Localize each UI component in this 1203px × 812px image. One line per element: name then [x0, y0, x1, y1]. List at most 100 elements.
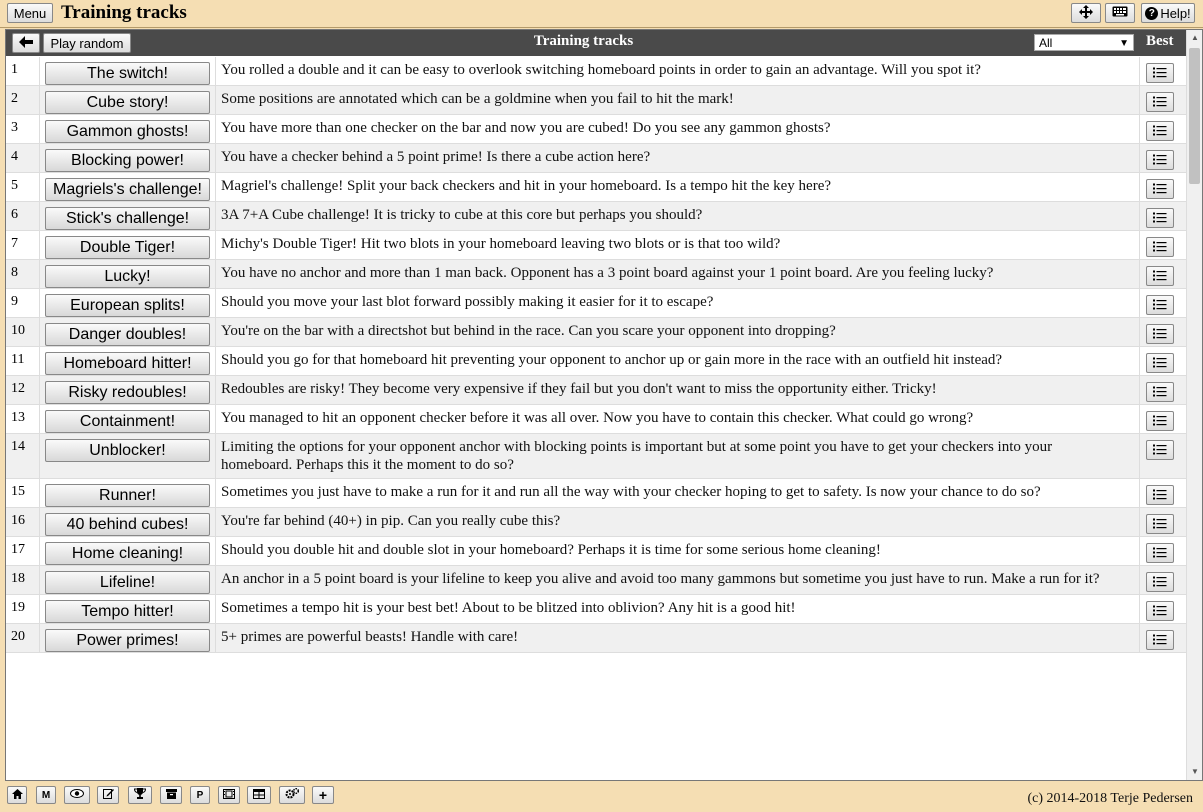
track-button[interactable]: Tempo hitter! [45, 600, 210, 623]
film-button[interactable] [218, 786, 240, 804]
table-row: 3 Gammon ghosts! You have more than one ch… [6, 115, 1186, 144]
track-number: 3 [6, 115, 40, 143]
move-icon [1079, 4, 1093, 22]
track-button-cell: Containment! [40, 405, 216, 433]
best-list-button[interactable] [1146, 63, 1174, 83]
best-list-button[interactable] [1146, 121, 1174, 141]
edit-button[interactable] [97, 786, 119, 804]
list-icon [1153, 182, 1167, 197]
table-button[interactable] [247, 786, 271, 804]
list-icon [1153, 633, 1167, 648]
track-button[interactable]: Containment! [45, 410, 210, 433]
list-icon [1153, 356, 1167, 371]
best-list-button[interactable] [1146, 382, 1174, 402]
track-description: Redoubles are risky! They become very ex… [216, 376, 1140, 404]
view-button[interactable] [64, 786, 90, 804]
m-button[interactable]: M [36, 786, 56, 804]
best-list-button[interactable] [1146, 208, 1174, 228]
best-list-button[interactable] [1146, 543, 1174, 563]
track-button-cell: Stick's challenge! [40, 202, 216, 230]
menu-button[interactable]: Menu [7, 3, 53, 23]
track-button[interactable]: Homeboard hitter! [45, 352, 210, 375]
track-number: 13 [6, 405, 40, 433]
home-button[interactable] [7, 786, 27, 804]
back-button[interactable] [12, 33, 40, 53]
best-cell [1140, 144, 1186, 172]
track-button[interactable]: Gammon ghosts! [45, 120, 210, 143]
track-description: You rolled a double and it can be easy t… [216, 57, 1140, 85]
track-button[interactable]: Magriels's challenge! [45, 178, 210, 201]
best-list-button[interactable] [1146, 150, 1174, 170]
track-button-cell: Cube story! [40, 86, 216, 114]
trophy-button[interactable] [128, 786, 152, 804]
vertical-scrollbar[interactable]: ▲ ▼ [1186, 30, 1202, 780]
best-cell [1140, 595, 1186, 623]
filter-dropdown[interactable]: All ▼ [1034, 34, 1134, 51]
track-button[interactable]: Danger doubles! [45, 323, 210, 346]
best-column-header: Best [1146, 33, 1174, 49]
track-button[interactable]: 40 behind cubes! [45, 513, 210, 536]
best-cell [1140, 202, 1186, 230]
p-button[interactable]: P [190, 786, 210, 804]
track-button[interactable]: Double Tiger! [45, 236, 210, 259]
best-list-button[interactable] [1146, 630, 1174, 650]
track-number: 19 [6, 595, 40, 623]
best-list-button[interactable] [1146, 324, 1174, 344]
track-button[interactable]: Blocking power! [45, 149, 210, 172]
track-button[interactable]: Cube story! [45, 91, 210, 114]
best-list-button[interactable] [1146, 92, 1174, 112]
tracks-table: 1 The switch! You rolled a double and it c… [6, 57, 1186, 653]
table-row: 9 European splits! Should you move your la… [6, 289, 1186, 318]
track-button[interactable]: Runner! [45, 484, 210, 507]
scroll-down-icon[interactable]: ▼ [1187, 764, 1202, 780]
track-description: Magriel's challenge! Split your back che… [216, 173, 1140, 201]
track-description: Should you go for that homeboard hit pre… [216, 347, 1140, 375]
track-button[interactable]: Risky redoubles! [45, 381, 210, 404]
best-list-button[interactable] [1146, 353, 1174, 373]
table-row: 15 Runner! Sometimes you just have to make… [6, 479, 1186, 508]
best-list-button[interactable] [1146, 572, 1174, 592]
best-list-button[interactable] [1146, 237, 1174, 257]
move-button[interactable] [1071, 3, 1101, 23]
track-button[interactable]: Lucky! [45, 265, 210, 288]
scroll-up-icon[interactable]: ▲ [1187, 30, 1202, 46]
scroll-thumb[interactable] [1189, 48, 1200, 184]
best-list-button[interactable] [1146, 411, 1174, 431]
track-button[interactable]: Unblocker! [45, 439, 210, 462]
settings-button[interactable] [279, 786, 305, 804]
table-row: 20 Power primes! 5+ primes are powerful be… [6, 624, 1186, 653]
best-list-button[interactable] [1146, 295, 1174, 315]
list-icon [1153, 414, 1167, 429]
best-cell [1140, 624, 1186, 652]
table-row: 18 Lifeline! An anchor in a 5 point board … [6, 566, 1186, 595]
box-button[interactable] [160, 786, 182, 804]
track-button[interactable]: Stick's challenge! [45, 207, 210, 230]
best-list-button[interactable] [1146, 514, 1174, 534]
track-button[interactable]: The switch! [45, 62, 210, 85]
best-list-button[interactable] [1146, 485, 1174, 505]
plus-button[interactable]: + [312, 786, 334, 804]
best-list-button[interactable] [1146, 266, 1174, 286]
track-button[interactable]: Home cleaning! [45, 542, 210, 565]
best-list-button[interactable] [1146, 601, 1174, 621]
best-cell [1140, 173, 1186, 201]
best-list-button[interactable] [1146, 440, 1174, 460]
track-description: Limiting the options for your opponent a… [216, 434, 1140, 478]
track-description: Sometimes you just have to make a run fo… [216, 479, 1140, 507]
track-description: An anchor in a 5 point board is your lif… [216, 566, 1140, 594]
app-title: Training tracks [61, 2, 187, 23]
track-button[interactable]: European splits! [45, 294, 210, 317]
best-cell [1140, 347, 1186, 375]
keyboard-button[interactable] [1105, 3, 1135, 23]
track-description: Should you move your last blot forward p… [216, 289, 1140, 317]
help-button[interactable]: ? Help! [1141, 3, 1195, 23]
track-button[interactable]: Power primes! [45, 629, 210, 652]
track-description: You're far behind (40+) in pip. Can you … [216, 508, 1140, 536]
panel-header: Training tracks Play random All ▼ Best [6, 30, 1186, 56]
list-icon [1153, 327, 1167, 342]
best-list-button[interactable] [1146, 179, 1174, 199]
play-random-button[interactable]: Play random [43, 33, 131, 53]
track-button-cell: Magriels's challenge! [40, 173, 216, 201]
track-button[interactable]: Lifeline! [45, 571, 210, 594]
best-cell [1140, 479, 1186, 507]
